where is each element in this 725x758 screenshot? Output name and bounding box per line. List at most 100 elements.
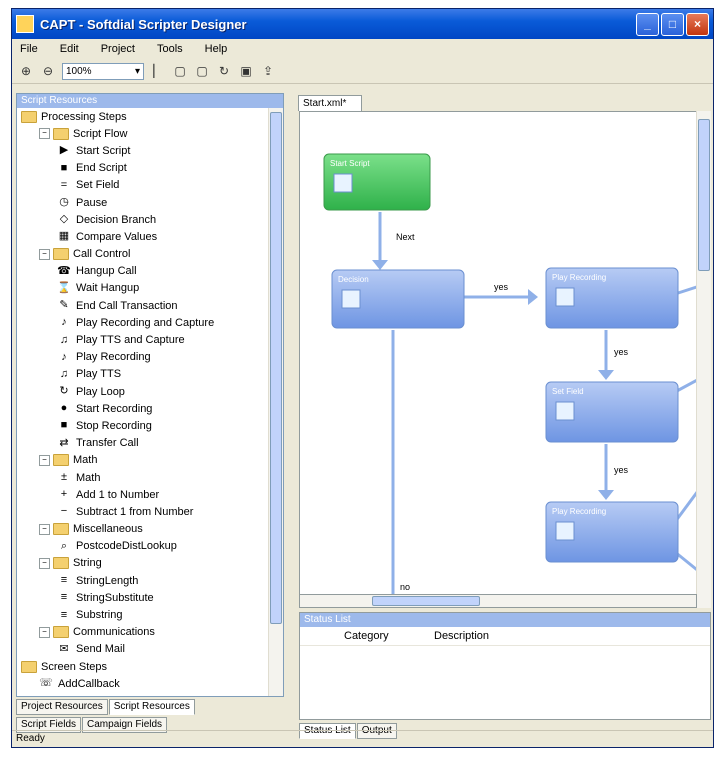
tree-scroll-thumb[interactable]: [270, 112, 282, 624]
tree-folder[interactable]: − Communications: [17, 624, 269, 641]
column-category[interactable]: Category: [344, 630, 434, 642]
close-button[interactable]: ×: [686, 12, 709, 36]
tree-item[interactable]: ▶ Start Script: [17, 142, 269, 159]
left-tabs-row1: Project Resources Script Resources: [16, 699, 284, 715]
script-canvas[interactable]: Start Script Decision Play Recording Set…: [299, 111, 711, 595]
step-icon: ±: [60, 471, 68, 484]
tree-item[interactable]: ◇ Decision Branch: [17, 211, 269, 228]
tree-item[interactable]: ≡ StringSubstitute: [17, 589, 269, 606]
tree-item[interactable]: ■ Stop Recording: [17, 417, 269, 434]
tab-project-resources[interactable]: Project Resources: [16, 699, 108, 715]
menu-project[interactable]: Project: [101, 43, 135, 55]
tree-item-label: Start Script: [76, 144, 131, 157]
tree-item-label: Start Recording: [76, 402, 153, 415]
page-icon[interactable]: ▢: [172, 63, 188, 79]
edge-label: yes: [614, 465, 629, 475]
canvas-vscrollbar[interactable]: [696, 111, 711, 608]
tree-item-label: String: [73, 557, 102, 570]
tree-item[interactable]: ≡ StringLength: [17, 572, 269, 589]
step-icon: ■: [60, 161, 68, 174]
status-list-columns: Category Description: [300, 627, 710, 646]
menu-edit[interactable]: Edit: [60, 43, 79, 55]
tree-item[interactable]: + Add 1 to Number: [17, 486, 269, 503]
tree-item[interactable]: ■ End Script: [17, 160, 269, 177]
column-description[interactable]: Description: [434, 630, 489, 642]
tree-item[interactable]: ♪ Play Recording and Capture: [17, 314, 269, 331]
tree-folder[interactable]: − Miscellaneous: [17, 521, 269, 538]
tree-item[interactable]: ☏ AddCallback: [17, 675, 269, 692]
step-icon: ▦: [58, 230, 70, 243]
tree-item-label: Send Mail: [76, 643, 125, 656]
flow-node-start: Start Script: [323, 153, 431, 211]
tree-folder[interactable]: Processing Steps: [17, 108, 269, 125]
collapse-icon[interactable]: −: [39, 626, 50, 638]
tree-item[interactable]: ♫ Play TTS: [17, 366, 269, 383]
title-bar[interactable]: CAPT - Softdial Scripter Designer _ □ ×: [12, 9, 713, 39]
minimize-button[interactable]: _: [636, 12, 659, 36]
tree-item[interactable]: ± Math: [17, 469, 269, 486]
tree-folder[interactable]: − Math: [17, 452, 269, 469]
maximize-button[interactable]: □: [661, 12, 684, 36]
tree-item[interactable]: ⌛ Wait Hangup: [17, 280, 269, 297]
tree-item[interactable]: ✉ Send Mail: [17, 641, 269, 658]
menu-help[interactable]: Help: [205, 43, 228, 55]
collapse-icon[interactable]: −: [39, 454, 50, 466]
tab-start-xml[interactable]: Start.xml*: [298, 95, 362, 111]
tree-folder[interactable]: Screen Steps: [17, 658, 269, 675]
save-icon[interactable]: ▣: [238, 63, 254, 79]
flow-node-label: Play Recording: [552, 507, 606, 516]
tree-item-label: Play Recording and Capture: [76, 316, 215, 329]
tree-item-label: Processing Steps: [41, 110, 127, 123]
tree-item-label: End Script: [76, 162, 127, 175]
tree-item[interactable]: ▦ Compare Values: [17, 228, 269, 245]
tree-scrollbar[interactable]: [268, 108, 283, 696]
zoom-value: 100%: [66, 65, 92, 77]
tree-item[interactable]: ✎ End Call Transaction: [17, 297, 269, 314]
align-left-icon[interactable]: ▏: [150, 63, 166, 79]
tree-item[interactable]: ♪ Play Recording: [17, 349, 269, 366]
collapse-icon[interactable]: −: [39, 128, 50, 140]
folder-icon: [53, 248, 69, 261]
tree-folder[interactable]: − String: [17, 555, 269, 572]
collapse-icon[interactable]: −: [39, 248, 50, 260]
refresh-icon[interactable]: ↻: [216, 63, 232, 79]
tree-item[interactable]: ⇄ Transfer Call: [17, 435, 269, 452]
flow-node-label: Decision: [338, 275, 369, 284]
tab-script-resources[interactable]: Script Resources: [108, 699, 195, 715]
tree-item-label: Miscellaneous: [73, 523, 143, 536]
page2-icon[interactable]: ▢: [194, 63, 210, 79]
tree-item[interactable]: ☎ Hangup Call: [17, 263, 269, 280]
tree-item[interactable]: − Subtract 1 from Number: [17, 503, 269, 520]
zoom-in-icon[interactable]: ⊕: [18, 63, 34, 79]
step-icon: ⌛: [57, 281, 71, 294]
menu-tools[interactable]: Tools: [157, 43, 183, 55]
chevron-down-icon: ▾: [134, 65, 140, 77]
flow-node-label: Play Recording: [552, 273, 606, 282]
export-icon[interactable]: ⇪: [260, 63, 276, 79]
tree-folder[interactable]: − Call Control: [17, 246, 269, 263]
collapse-icon[interactable]: −: [39, 557, 50, 569]
step-icon: ●: [60, 402, 68, 415]
menu-file[interactable]: File: [20, 43, 38, 55]
tree-item-label: AddCallback: [58, 677, 120, 690]
canvas-hscrollbar[interactable]: [299, 594, 697, 608]
tree-item[interactable]: ↻ Play Loop: [17, 383, 269, 400]
arrow-head: [598, 370, 614, 380]
tree-folder[interactable]: − Script Flow: [17, 125, 269, 142]
tree-item[interactable]: ≡ Substring: [17, 606, 269, 623]
tree-item[interactable]: ● Start Recording: [17, 400, 269, 417]
zoom-out-icon[interactable]: ⊖: [40, 63, 56, 79]
tree-item[interactable]: ◷ Pause: [17, 194, 269, 211]
tree-item[interactable]: ⌕ PostcodeDistLookup: [17, 538, 269, 555]
collapse-icon[interactable]: −: [39, 523, 50, 535]
canvas-vscroll-thumb[interactable]: [698, 119, 710, 271]
step-icon: ⇄: [59, 436, 69, 449]
status-bar: Ready: [12, 730, 713, 747]
zoom-select[interactable]: 100% ▾: [62, 62, 144, 80]
tree-item-label: Substring: [76, 609, 123, 622]
tree-item[interactable]: = Set Field: [17, 177, 269, 194]
step-icon: ☏: [39, 677, 53, 690]
tree-item[interactable]: ♫ Play TTS and Capture: [17, 331, 269, 348]
folder-icon: [53, 523, 69, 536]
canvas-hscroll-thumb[interactable]: [372, 596, 480, 606]
